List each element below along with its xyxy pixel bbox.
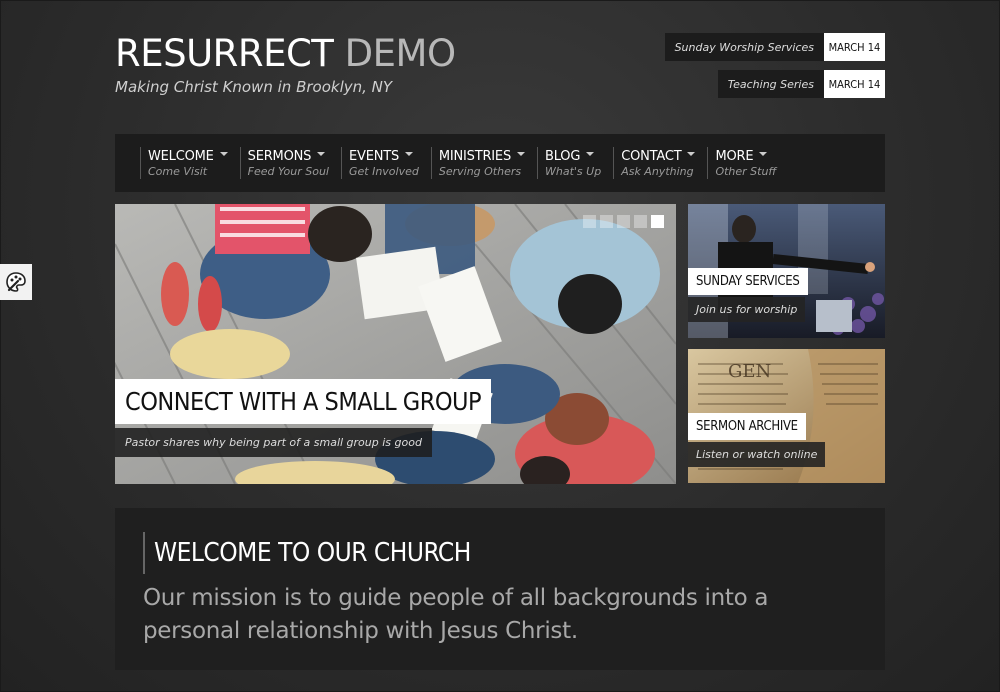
nav-item-blog[interactable]: BLOG What's Up (537, 147, 613, 179)
nav-item-label: BLOG (545, 148, 581, 164)
nav-item-label: CONTACT (621, 148, 682, 164)
chevron-down-icon (759, 152, 768, 156)
slider-dot[interactable] (634, 215, 647, 228)
slider-dot-active[interactable] (651, 215, 664, 228)
site-title-accent: DEMO (344, 32, 456, 75)
slider-dot[interactable] (617, 215, 630, 228)
card-title: SUNDAY SERVICES (688, 268, 808, 295)
header-badge-worship[interactable]: Sunday Worship Services MARCH 14 (664, 33, 885, 61)
nav-item-sublabel: Come Visit (148, 164, 208, 178)
header-badge-date: MARCH 14 (824, 33, 885, 61)
nav-item-label: MINISTRIES (438, 148, 511, 164)
chevron-down-icon (517, 152, 525, 156)
nav-item-sermons[interactable]: SERMONS Feed Your Soul (239, 147, 341, 179)
nav-item-welcome[interactable]: WELCOME Come Visit (140, 147, 240, 179)
main-nav: WELCOME Come Visit SERMONS Feed Your Sou… (115, 134, 885, 192)
header-badge-label: Sunday Worship Services (664, 33, 824, 61)
svg-text:GEN: GEN (728, 361, 771, 382)
site-tagline: Making Christ Known in Brooklyn, NY (115, 78, 393, 96)
chevron-down-icon (687, 152, 696, 156)
nav-item-ministries[interactable]: MINISTRIES Serving Others (430, 147, 537, 179)
chevron-down-icon (586, 152, 595, 156)
palette-icon (6, 272, 26, 292)
nav-item-label: MORE (715, 148, 754, 164)
welcome-text: Our mission is to guide people of all ba… (143, 585, 769, 644)
nav-item-more[interactable]: MORE Other Stuff (707, 147, 788, 179)
card-title: SERMON ARCHIVE (688, 413, 806, 440)
chevron-down-icon (219, 152, 228, 156)
nav-item-sublabel: What's Up (545, 164, 602, 178)
nav-item-sublabel: Serving Others (438, 164, 522, 178)
slider-dot[interactable] (600, 215, 613, 228)
nav-item-events[interactable]: EVENTS Get Involved (340, 147, 431, 179)
hero-slider[interactable]: CONNECT WITH A SMALL GROUP Pastor shares… (115, 204, 676, 484)
hero-caption[interactable]: CONNECT WITH A SMALL GROUP (115, 379, 492, 424)
hero-subcaption: Pastor shares why being part of a small … (115, 428, 432, 457)
header-badge-date: MARCH 14 (824, 70, 885, 98)
slider-pagination (583, 215, 664, 228)
header-badge-label: Teaching Series (717, 70, 824, 98)
slider-dot[interactable] (583, 215, 596, 228)
style-switcher-button[interactable] (0, 264, 32, 300)
chevron-down-icon (405, 152, 414, 156)
site-title[interactable]: RESURRECT DEMO (115, 30, 456, 78)
card-sunday-services[interactable]: SUNDAY SERVICES Join us for worship (688, 204, 885, 338)
nav-item-contact[interactable]: CONTACT Ask Anything (613, 147, 707, 179)
card-subtitle: Listen or watch online (688, 442, 826, 467)
nav-item-label: SERMONS (247, 148, 312, 164)
nav-item-sublabel: Other Stuff (715, 164, 777, 178)
welcome-section: WELCOME TO OUR CHURCH Our mission is to … (115, 508, 885, 670)
nav-item-sublabel: Feed Your Soul (247, 164, 329, 178)
chevron-down-icon (317, 152, 326, 156)
card-subtitle: Join us for worship (688, 297, 806, 322)
header-badge-teaching[interactable]: Teaching Series MARCH 14 (717, 70, 885, 98)
nav-item-sublabel: Get Involved (348, 164, 419, 178)
nav-item-sublabel: Ask Anything (621, 164, 694, 178)
card-sermon-archive[interactable]: GEN SERMON ARCHIVE Listen or watch onlin… (688, 349, 885, 483)
welcome-title: WELCOME TO OUR CHURCH (143, 532, 471, 574)
site-title-main: RESURRECT (115, 32, 334, 75)
nav-item-label: EVENTS (348, 148, 400, 164)
nav-item-label: WELCOME (148, 148, 214, 164)
